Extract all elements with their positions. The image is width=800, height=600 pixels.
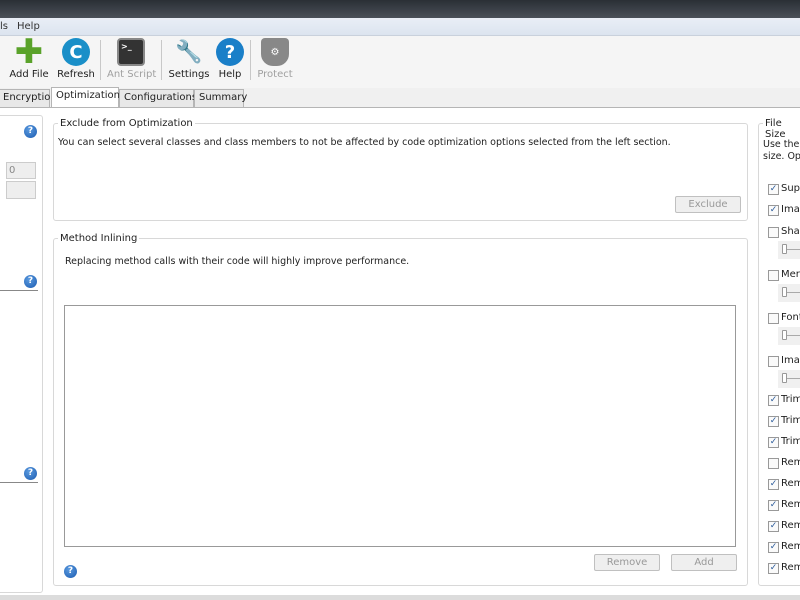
protect-button[interactable]: ⚙ Protect bbox=[251, 38, 299, 84]
help-icon[interactable]: ? bbox=[24, 125, 37, 138]
method-inlining-title: Method Inlining bbox=[58, 233, 140, 244]
method-list[interactable] bbox=[64, 305, 736, 547]
menu-tools[interactable]: ls bbox=[0, 21, 8, 32]
checkbox[interactable]: ✓ bbox=[768, 563, 779, 574]
refresh-label: Refresh bbox=[57, 69, 95, 80]
checkbox[interactable] bbox=[768, 356, 779, 367]
refresh-button[interactable]: C Refresh bbox=[52, 38, 100, 84]
optimization-content: ? 0 ? ? Exclude from Optimization You ca… bbox=[0, 107, 800, 595]
slider[interactable] bbox=[778, 370, 800, 388]
file-size-desc: Use the f bbox=[763, 139, 800, 150]
checkbox[interactable]: ✓ bbox=[768, 521, 779, 532]
checkbox-label: Rem bbox=[781, 541, 800, 552]
file-size-title: File Size bbox=[763, 118, 800, 140]
number-field-2[interactable] bbox=[6, 181, 36, 199]
checkbox-label: Trim bbox=[781, 394, 800, 405]
tab-encryption[interactable]: Encryption bbox=[0, 89, 57, 107]
checkbox-label: Rem bbox=[781, 499, 800, 510]
wrench-icon: 🔧 bbox=[175, 39, 203, 65]
help-icon: ? bbox=[216, 38, 244, 66]
checkbox[interactable] bbox=[768, 227, 779, 238]
checkbox-label: Trim bbox=[781, 415, 800, 426]
method-inlining-description: Replacing method calls with their code w… bbox=[65, 256, 410, 267]
checkbox-label: Trim bbox=[781, 436, 800, 447]
checkbox[interactable]: ✓ bbox=[768, 479, 779, 490]
checkbox[interactable]: ✓ bbox=[768, 416, 779, 427]
checkbox-label: Rem bbox=[781, 520, 800, 531]
menu-bar: ls Help bbox=[0, 18, 800, 36]
toolbar-separator bbox=[161, 40, 162, 80]
divider bbox=[0, 290, 38, 291]
remove-button[interactable]: Remove bbox=[594, 554, 660, 571]
toolbar: ✚ Add File C Refresh >_ Ant Script 🔧 Set… bbox=[0, 32, 800, 88]
checkbox[interactable]: ✓ bbox=[768, 205, 779, 216]
checkbox-label: Rem bbox=[781, 478, 800, 489]
exclude-description: You can select several classes and class… bbox=[58, 137, 671, 148]
checkbox-label: Rem bbox=[781, 457, 800, 468]
slider[interactable] bbox=[778, 327, 800, 345]
method-inlining-panel: Method Inlining Replacing method calls w… bbox=[53, 233, 748, 586]
add-button[interactable]: Add bbox=[671, 554, 737, 571]
checkbox[interactable] bbox=[768, 270, 779, 281]
terminal-icon: >_ bbox=[117, 38, 145, 66]
checkbox-label: Rem bbox=[781, 562, 800, 573]
checkbox-label: Shap bbox=[781, 226, 800, 237]
checkbox-label: Supe bbox=[781, 183, 800, 194]
toolbar-separator bbox=[100, 40, 101, 80]
tab-configurations[interactable]: Configurations bbox=[119, 89, 197, 107]
checkbox[interactable]: ✓ bbox=[768, 437, 779, 448]
window-top-bar bbox=[0, 0, 800, 18]
left-options-panel: ? 0 ? ? bbox=[0, 115, 43, 593]
ant-script-button[interactable]: >_ Ant Script bbox=[107, 38, 157, 84]
checkbox[interactable]: ✓ bbox=[768, 500, 779, 511]
status-bar bbox=[0, 595, 800, 600]
divider bbox=[0, 482, 38, 483]
exclude-panel: Exclude from Optimization You can select… bbox=[53, 118, 748, 221]
add-file-label: Add File bbox=[9, 69, 49, 80]
checkbox[interactable]: ✓ bbox=[768, 395, 779, 406]
exclude-button[interactable]: Exclude bbox=[675, 196, 741, 213]
help-icon[interactable]: ? bbox=[64, 565, 77, 578]
shield-icon: ⚙ bbox=[261, 38, 289, 66]
checkbox[interactable]: ✓ bbox=[768, 184, 779, 195]
checkbox-label: Imag bbox=[781, 355, 800, 366]
checkbox[interactable] bbox=[768, 313, 779, 324]
plus-icon: ✚ bbox=[14, 32, 44, 72]
tab-optimization[interactable]: Optimization bbox=[51, 87, 120, 107]
tab-summary[interactable]: Summary bbox=[194, 89, 247, 107]
exclude-title: Exclude from Optimization bbox=[58, 118, 195, 129]
number-field[interactable]: 0 bbox=[6, 162, 36, 179]
help-button[interactable]: ? Help bbox=[206, 38, 254, 84]
checkbox[interactable] bbox=[768, 458, 779, 469]
refresh-icon: C bbox=[62, 38, 90, 66]
checkbox[interactable]: ✓ bbox=[768, 542, 779, 553]
ant-script-label: Ant Script bbox=[107, 69, 157, 80]
menu-help[interactable]: Help bbox=[17, 21, 40, 32]
help-label: Help bbox=[218, 69, 242, 80]
checkbox-label: Font bbox=[781, 312, 800, 323]
checkbox-label: Merg bbox=[781, 269, 800, 280]
slider[interactable] bbox=[778, 241, 800, 259]
slider[interactable] bbox=[778, 284, 800, 302]
checkbox-label: Imag bbox=[781, 204, 800, 215]
protect-label: Protect bbox=[257, 69, 293, 80]
help-icon[interactable]: ? bbox=[24, 275, 37, 288]
add-file-button[interactable]: ✚ Add File bbox=[5, 32, 53, 84]
file-size-desc-2: size. Opt bbox=[763, 151, 800, 162]
help-icon[interactable]: ? bbox=[24, 467, 37, 480]
